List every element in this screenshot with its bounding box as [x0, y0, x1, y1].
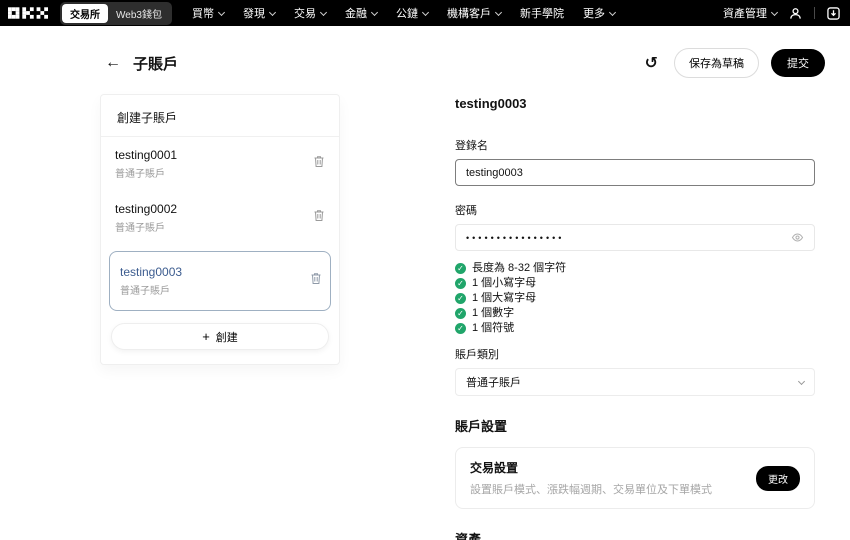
- chevron-down-icon: [608, 8, 616, 16]
- chevron-down-icon: [770, 8, 779, 16]
- nav-buy-crypto[interactable]: 買幣: [192, 5, 225, 21]
- nav-finance[interactable]: 金融: [345, 5, 378, 21]
- tab-exchange[interactable]: 交易所: [62, 3, 108, 23]
- user-icon[interactable]: [789, 7, 802, 20]
- trash-icon[interactable]: [313, 209, 325, 227]
- subaccount-list-card: 創建子賬戶 testing0001 普通子賬戶 testing0002 普通子賬…: [100, 94, 340, 365]
- check-icon: ✓: [455, 293, 466, 304]
- okx-logo[interactable]: [8, 7, 48, 19]
- nav-divider: [814, 7, 815, 19]
- page-header: ← 子賬戶 ↺ 保存為草稿 提交: [0, 26, 850, 78]
- trash-icon[interactable]: [310, 272, 322, 290]
- back-arrow-icon[interactable]: ←: [105, 54, 121, 72]
- create-subaccount-button[interactable]: + 創建: [111, 323, 329, 350]
- product-switcher: 交易所 Web3錢包: [60, 1, 172, 25]
- password-masked-value: ••••••••••••••••: [466, 232, 565, 243]
- submit-button[interactable]: 提交: [771, 49, 825, 77]
- rule-number: ✓ 1 個數字: [455, 306, 815, 321]
- plus-icon: +: [202, 329, 210, 344]
- chevron-down-icon: [797, 377, 806, 385]
- subaccount-list-title: 創建子賬戶: [101, 95, 339, 137]
- account-category-value: 普通子賬戶: [466, 377, 521, 389]
- account-category-label: 賬戶類別: [455, 349, 499, 361]
- account-item-testing0002[interactable]: testing0002 普通子賬戶: [101, 191, 339, 245]
- rule-lowercase: ✓ 1 個小寫字母: [455, 276, 815, 291]
- account-item-testing0001[interactable]: testing0001 普通子賬戶: [101, 137, 339, 191]
- account-name: testing0003: [120, 265, 183, 279]
- undo-icon[interactable]: ↺: [645, 53, 658, 73]
- login-name-label: 登錄名: [455, 140, 488, 152]
- chevron-down-icon: [421, 8, 429, 16]
- check-icon: ✓: [455, 308, 466, 319]
- subaccount-form: testing0003 登錄名 密碼 •••••••••••••••• ✓長度為…: [455, 94, 815, 540]
- eye-off-icon[interactable]: [791, 232, 804, 243]
- trade-settings-title: 交易設置: [470, 461, 519, 475]
- nav-academy[interactable]: 新手學院: [520, 5, 564, 21]
- chevron-down-icon: [268, 8, 276, 16]
- chevron-down-icon: [494, 8, 502, 16]
- nav-right: 資產管理: [723, 5, 840, 21]
- account-name: testing0001: [115, 148, 178, 162]
- nav-discover[interactable]: 發現: [243, 5, 276, 21]
- rule-uppercase: ✓ 1 個大寫字母: [455, 291, 815, 306]
- chevron-down-icon: [319, 8, 327, 16]
- nav-trade[interactable]: 交易: [294, 5, 327, 21]
- account-type: 普通子賬戶: [115, 169, 165, 180]
- chevron-down-icon: [370, 8, 378, 16]
- nav-more[interactable]: 更多: [583, 5, 616, 21]
- top-navbar: 交易所 Web3錢包 買幣 發現 交易 金融 公鏈 機構客戶 新手學院 更多 資…: [0, 0, 850, 26]
- rule-symbol: ✓ 1 個符號: [455, 321, 815, 336]
- login-name-input[interactable]: [455, 159, 815, 186]
- assets-section-title: 資產: [455, 532, 482, 540]
- nav-public-chain[interactable]: 公鏈: [396, 5, 429, 21]
- chevron-down-icon: [217, 8, 225, 16]
- password-label: 密碼: [455, 205, 477, 217]
- page-title: 子賬戶: [133, 55, 179, 73]
- download-app-icon[interactable]: [827, 6, 840, 20]
- content: 創建子賬戶 testing0001 普通子賬戶 testing0002 普通子賬…: [0, 78, 850, 540]
- form-heading: testing0003: [455, 96, 527, 111]
- password-rules: ✓ 長度為 8-32 個字符 ✓ 1 個小寫字母 ✓ 1 個大寫字母 ✓ 1 個數字 ✓…: [455, 261, 815, 336]
- tab-web3-wallet[interactable]: Web3錢包: [108, 4, 170, 23]
- check-icon: ✓: [455, 263, 466, 274]
- rule-length: ✓ 長度為 8-32 個字符: [455, 261, 815, 276]
- trade-settings-desc: 設置賬戶模式、漲跌幅週期、交易單位及下單模式: [470, 484, 712, 496]
- trade-settings-row: 交易設置 設置賬戶模式、漲跌幅週期、交易單位及下單模式 更改: [455, 447, 815, 509]
- account-type: 普通子賬戶: [115, 223, 165, 234]
- account-type: 普通子賬戶: [120, 286, 170, 297]
- account-name: testing0002: [115, 202, 178, 216]
- save-draft-button[interactable]: 保存為草稿: [674, 48, 759, 78]
- check-icon: ✓: [455, 323, 466, 334]
- account-category-select[interactable]: 普通子賬戶: [455, 368, 815, 396]
- password-input[interactable]: ••••••••••••••••: [455, 224, 815, 251]
- account-settings-section-title: 賬戶設置: [455, 419, 508, 434]
- check-icon: ✓: [455, 278, 466, 289]
- nav-asset-management[interactable]: 資產管理: [723, 5, 779, 21]
- account-item-testing0003[interactable]: testing0003 普通子賬戶: [109, 251, 331, 311]
- nav-menu: 買幣 發現 交易 金融 公鏈 機構客戶 新手學院 更多: [192, 5, 616, 21]
- trash-icon[interactable]: [313, 155, 325, 173]
- nav-institutional[interactable]: 機構客戶: [447, 5, 502, 21]
- change-button[interactable]: 更改: [756, 465, 800, 491]
